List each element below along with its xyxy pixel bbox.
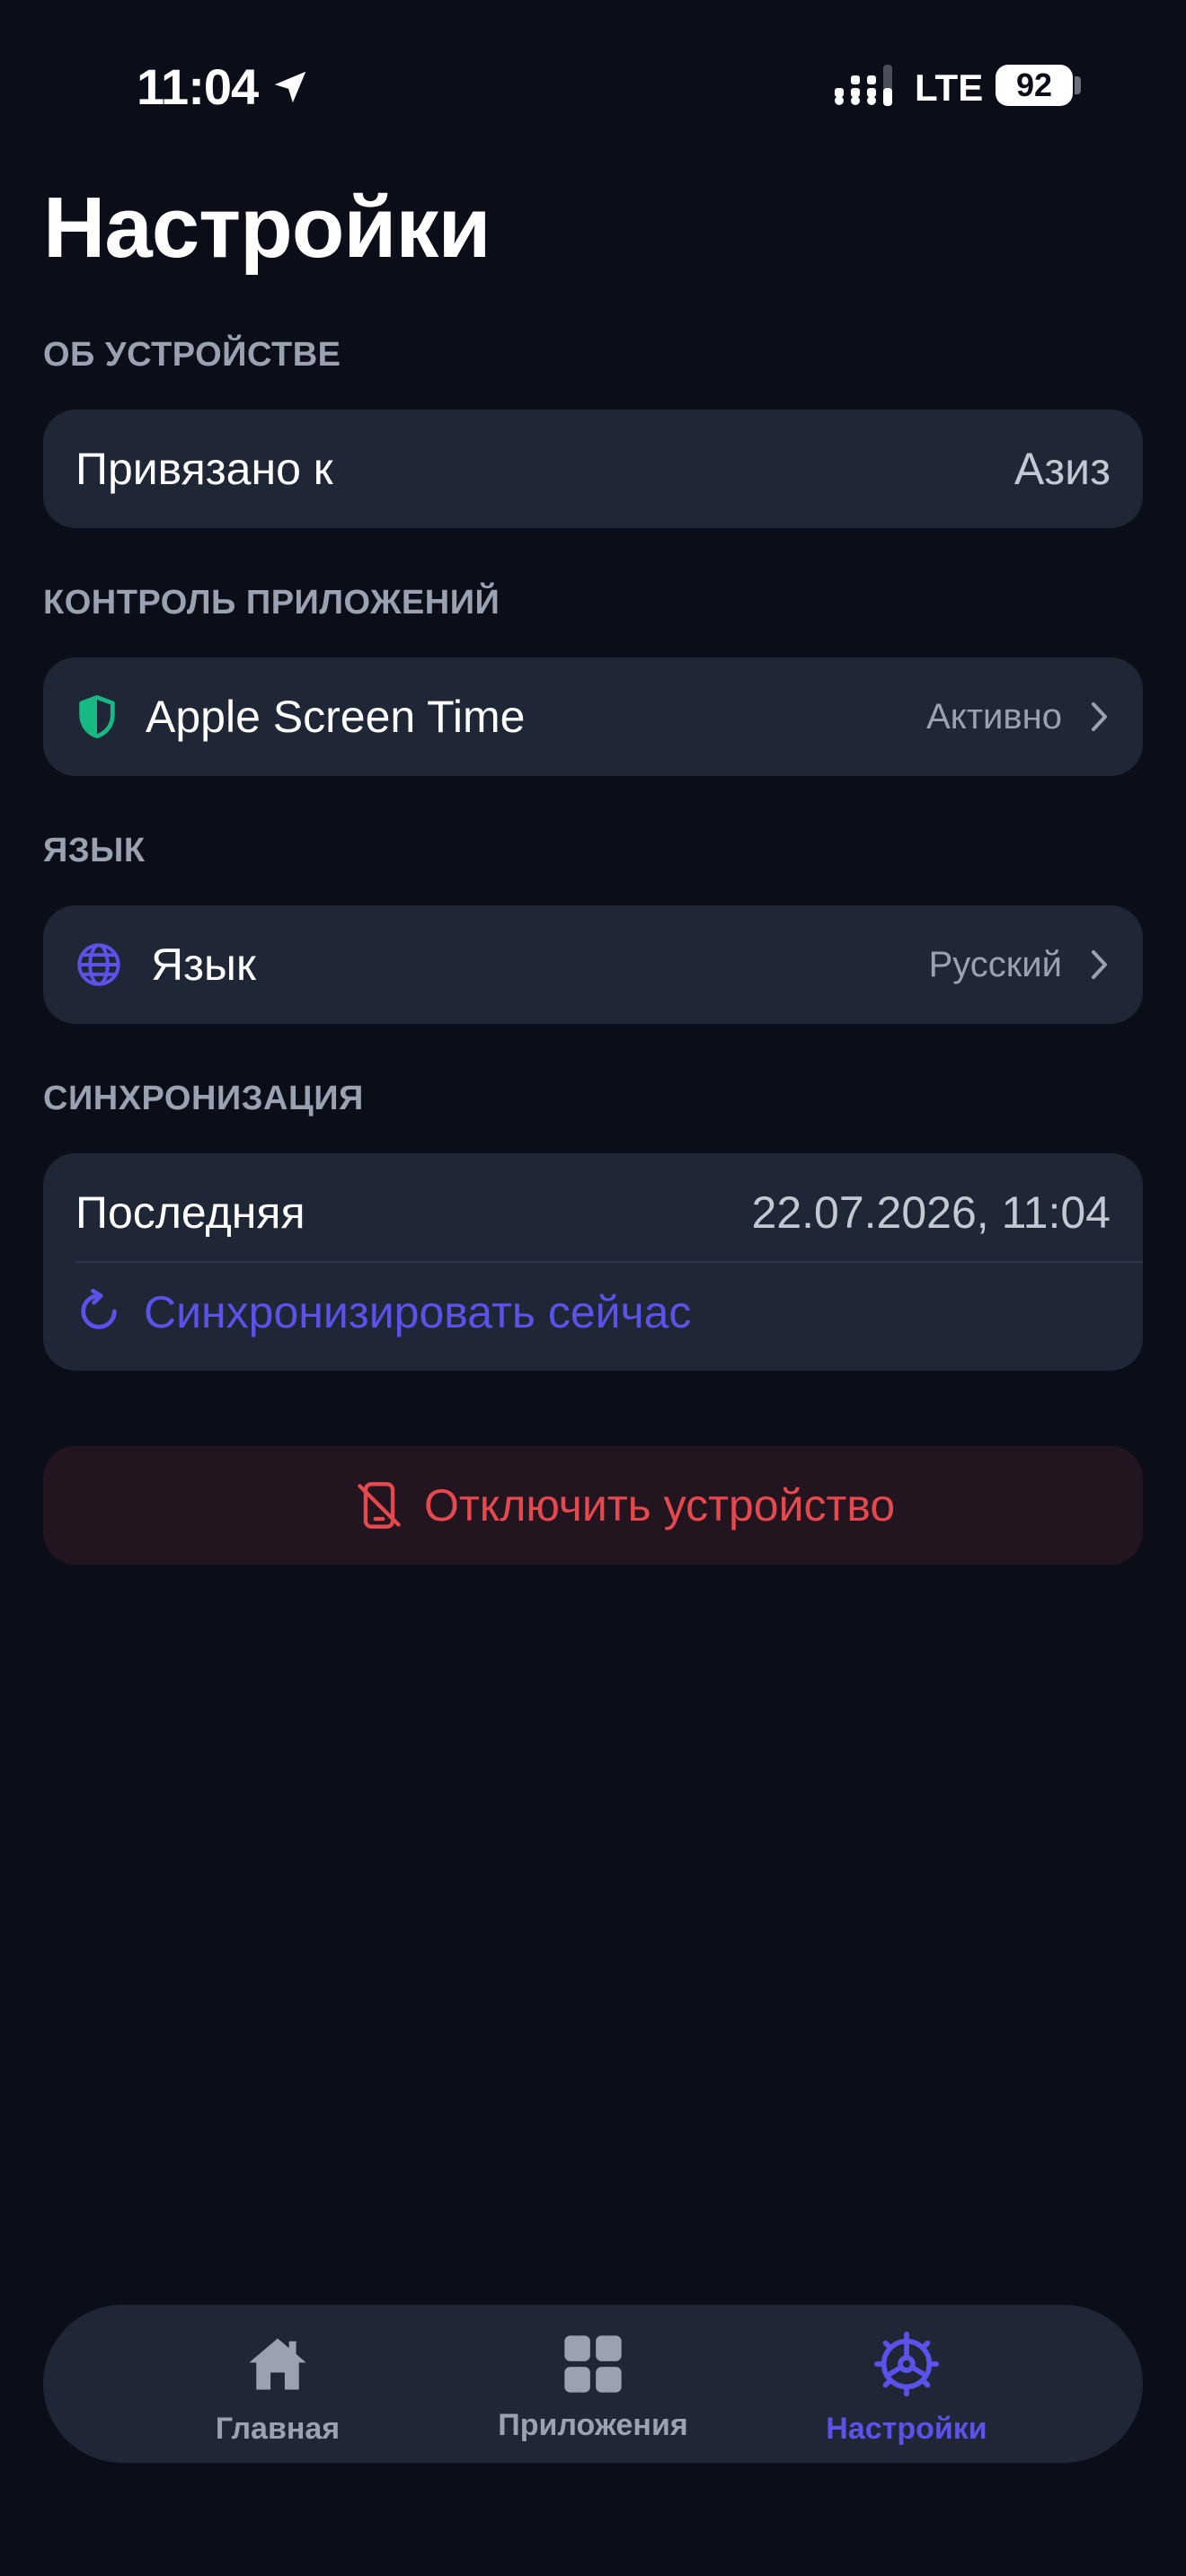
shield-icon (79, 694, 115, 739)
refresh-icon (81, 1288, 117, 1329)
linked-to-row: Привязано к Азиз (43, 410, 1143, 528)
signal-icon (835, 65, 892, 106)
linked-to-value: Азиз (1013, 444, 1111, 494)
section-label-device: ОБ УСТРОЙСТВЕ (43, 336, 341, 374)
last-sync-row: Последняя 22.07.2026, 11:04 (43, 1153, 1143, 1272)
last-sync-label: Последняя (75, 1187, 305, 1238)
section-label-language: ЯЗЫК (43, 832, 146, 869)
tab-settings[interactable]: Настройки (772, 2305, 1041, 2463)
language-card: Язык Русский (43, 905, 1143, 1024)
sync-now-label: Синхронизировать сейчас (144, 1287, 692, 1337)
last-sync-value: 22.07.2026, 11:04 (751, 1187, 1111, 1238)
home-icon (249, 2338, 306, 2390)
screen-time-status: Активно (926, 697, 1062, 737)
disconnect-device-button[interactable]: Отключить устройство (43, 1446, 1143, 1565)
phone-off-icon (358, 1482, 401, 1529)
sync-card: Последняя 22.07.2026, 11:04 Синхронизиро… (43, 1153, 1143, 1371)
linked-to-label: Привязано к (75, 444, 333, 494)
battery-level: 92 (996, 65, 1073, 106)
tab-bar: Главная Приложения Настройки (43, 2305, 1143, 2463)
screen-time-row[interactable]: Apple Screen Time Активно (43, 657, 1143, 776)
network-type: LTE (915, 66, 984, 109)
grid-icon (564, 2335, 622, 2393)
app-control-card: Apple Screen Time Активно (43, 657, 1143, 776)
tab-home[interactable]: Главная (143, 2305, 412, 2463)
device-card: Привязано к Азиз (43, 410, 1143, 528)
status-bar: 11:04 LTE 92 (0, 0, 1186, 180)
section-label-sync: СИНХРОНИЗАЦИЯ (43, 1080, 364, 1117)
tab-settings-label: Настройки (826, 2412, 987, 2446)
battery-cap (1075, 76, 1081, 94)
disconnect-device-label: Отключить устройство (424, 1480, 896, 1531)
page-title: Настройки (43, 180, 491, 276)
chevron-right-icon (1092, 702, 1107, 731)
sync-now-button[interactable]: Синхронизировать сейчас (43, 1263, 1143, 1362)
globe-icon (77, 943, 120, 986)
tab-home-label: Главная (215, 2412, 341, 2446)
tab-apps-label: Приложения (498, 2408, 688, 2442)
tab-apps[interactable]: Приложения (458, 2305, 728, 2463)
section-label-app-control: КОНТРОЛЬ ПРИЛОЖЕНИЙ (43, 584, 500, 622)
chevron-right-icon (1092, 950, 1107, 979)
location-arrow-icon (274, 71, 306, 103)
language-value: Русский (928, 945, 1062, 984)
screen-time-label: Apple Screen Time (146, 692, 526, 742)
status-time: 11:04 (137, 58, 259, 115)
gear-icon (873, 2331, 940, 2397)
language-row[interactable]: Язык Русский (43, 905, 1143, 1024)
language-label: Язык (151, 940, 256, 990)
